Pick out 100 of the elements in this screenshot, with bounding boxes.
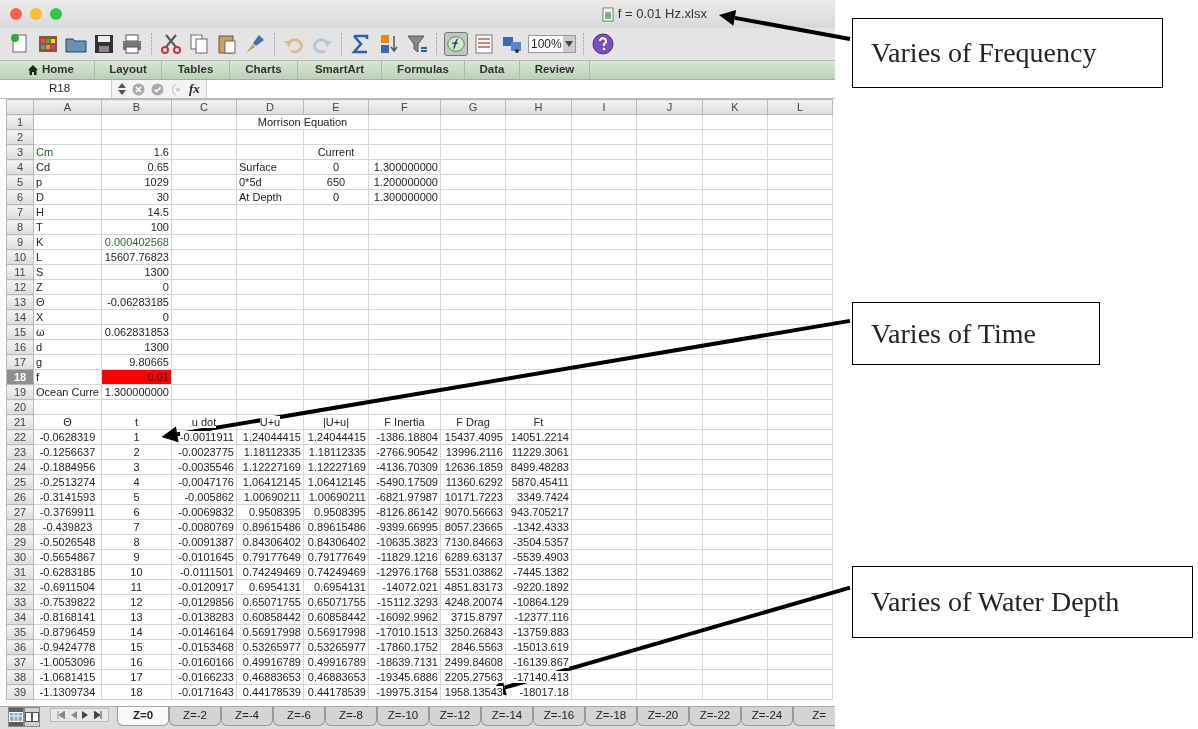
- next-sheet-icon[interactable]: [82, 711, 89, 719]
- clipboard-button[interactable]: [215, 32, 239, 56]
- cell-text: 15437.4095: [444, 430, 503, 443]
- cell-text: 0.74249469: [242, 565, 301, 578]
- cell-text: 0: [332, 190, 340, 203]
- scissors-button[interactable]: [159, 32, 183, 56]
- cell-text: 13: [130, 610, 143, 623]
- help-button[interactable]: [591, 32, 615, 56]
- cell-text: -17860.1752: [376, 640, 438, 653]
- cell-text: 1.06412145: [307, 475, 366, 488]
- cell-text: 1958.13543: [444, 685, 503, 698]
- sheet-tab[interactable]: Z=-18: [585, 707, 637, 726]
- cell-text: 5870.45411: [511, 475, 569, 488]
- column-header[interactable]: J: [636, 99, 703, 115]
- paintbrush-button[interactable]: [243, 32, 267, 56]
- function-label[interactable]: fx: [189, 79, 200, 99]
- last-sheet-icon[interactable]: [94, 711, 102, 719]
- cell-text: -0.0101645: [178, 550, 234, 563]
- sheet-tab[interactable]: Z=-8: [325, 707, 377, 726]
- column-header[interactable]: D: [236, 99, 304, 115]
- sheet-tab[interactable]: Z=-16: [533, 707, 585, 726]
- cell-text: 0: [162, 310, 169, 323]
- sheet-tab[interactable]: Z=-22: [689, 707, 741, 726]
- cell-text: f: [36, 370, 40, 383]
- sheet-tab[interactable]: Z=-2: [169, 707, 221, 726]
- stepper-icon[interactable]: [118, 83, 126, 95]
- save-button[interactable]: [92, 32, 116, 56]
- cell-text: 0.53265977: [242, 640, 301, 653]
- ribbon-tab[interactable]: Formulas: [382, 61, 465, 79]
- cell-text: 0.84306402: [307, 535, 366, 548]
- ribbon-tab[interactable]: Home: [8, 61, 95, 79]
- sheet-tab[interactable]: Z=-6: [273, 707, 325, 726]
- cell-text: 11360.6292: [445, 475, 503, 488]
- page-layout-view-button[interactable]: [24, 707, 40, 727]
- cell-text: -0.2513274: [39, 475, 96, 488]
- cell-text: Ft: [533, 415, 544, 428]
- ribbon-tab[interactable]: SmartArt: [298, 61, 382, 79]
- zoom-field[interactable]: 100%: [528, 35, 576, 53]
- sheet-tab[interactable]: Z=-10: [377, 707, 429, 726]
- column-header[interactable]: A: [33, 99, 102, 115]
- column-header[interactable]: F: [368, 99, 441, 115]
- normal-view-button[interactable]: [8, 707, 24, 727]
- cell-text: 5: [133, 490, 140, 503]
- sheet-tab[interactable]: Z=-12: [429, 707, 481, 726]
- close-button[interactable]: [10, 8, 22, 20]
- confirm-icon[interactable]: [151, 82, 164, 96]
- cell-text: 15607.76823: [104, 250, 169, 263]
- sheet-tab[interactable]: Z=-24: [741, 707, 793, 726]
- cell-text: -0.9424778: [39, 640, 96, 653]
- column-header[interactable]: G: [440, 99, 506, 115]
- cell-text: Θ: [63, 415, 72, 428]
- column-header[interactable]: I: [571, 99, 637, 115]
- filter-button[interactable]: [405, 32, 429, 56]
- cell-text: -0.0129856: [178, 595, 234, 608]
- column-header[interactable]: C: [171, 99, 237, 115]
- ribbon-tab[interactable]: Layout: [95, 61, 162, 79]
- cell-text: 30: [156, 190, 169, 203]
- cell-text: T: [36, 220, 43, 233]
- cell-text: 1.18112335: [243, 445, 301, 458]
- sheet-tab[interactable]: Z=-20: [637, 707, 689, 726]
- sheet-tab[interactable]: Z=-4: [221, 707, 273, 726]
- ribbon-tab[interactable]: Tables: [162, 61, 230, 79]
- cell-text: -0.0171643: [178, 685, 234, 698]
- cell-text: -0.5654867: [39, 550, 96, 563]
- column-header[interactable]: K: [702, 99, 768, 115]
- cell-text: Surface: [239, 160, 277, 173]
- cell-text: -12377.116: [514, 610, 569, 623]
- cell-text: d: [36, 340, 43, 353]
- print-button[interactable]: [120, 32, 144, 56]
- cell-text: 1.00690211: [308, 490, 366, 503]
- cell-text: -1.1309734: [39, 685, 96, 698]
- cancel-icon[interactable]: [132, 82, 145, 96]
- cell-text: 7: [133, 520, 140, 533]
- function-button[interactable]: [444, 32, 468, 56]
- cell-text: 3349.7424: [517, 490, 569, 503]
- ribbon-tab[interactable]: Review: [520, 61, 590, 79]
- column-header[interactable]: E: [303, 99, 369, 115]
- home-icon: [28, 65, 38, 75]
- ribbon-tab[interactable]: Data: [465, 61, 520, 79]
- cell-text: 0.49916789: [242, 655, 301, 668]
- cell-text: At Depth: [239, 190, 282, 203]
- cell-text: -17140.413: [513, 670, 569, 683]
- sheet-tab[interactable]: Z=-14: [481, 707, 533, 726]
- sheet-tab[interactable]: Z=: [793, 707, 835, 726]
- column-header[interactable]: B: [101, 99, 172, 115]
- cell-text: 0.79177649: [242, 550, 301, 563]
- column-header[interactable]: H: [505, 99, 572, 115]
- cell-text: -2766.90542: [376, 445, 438, 458]
- toolbox-button[interactable]: [472, 32, 496, 56]
- cell-text: 4: [133, 475, 140, 488]
- column-header[interactable]: L: [767, 99, 833, 115]
- sheet-tab[interactable]: Z=0: [117, 707, 169, 726]
- first-sheet-icon[interactable]: [57, 711, 65, 719]
- cell-text: 0*5d: [239, 175, 262, 188]
- cell-text: 1.00690211: [243, 490, 301, 503]
- ribbon-tab[interactable]: Charts: [230, 61, 298, 79]
- cell-text: -1342.4333: [513, 520, 569, 533]
- previous-sheet-icon[interactable]: [70, 711, 77, 719]
- cell-text: 8057.23665: [444, 520, 503, 533]
- copy-button[interactable]: [187, 32, 211, 56]
